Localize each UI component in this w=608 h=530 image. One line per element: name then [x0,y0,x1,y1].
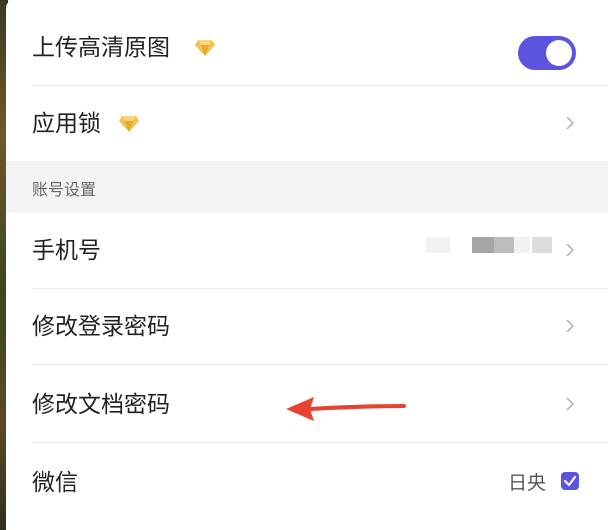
setting-row-app-lock[interactable]: 应用锁 [6,86,608,162]
redacted-phone-block [494,237,514,253]
check-icon [563,475,577,487]
wechat-label: 微信 [32,470,78,496]
chevron-right-icon [566,244,575,256]
toggle-knob [546,40,572,66]
wechat-checkbox[interactable] [561,472,579,490]
redacted-phone-block [426,237,450,253]
diamond-icon [195,40,215,56]
settings-screen: 上传高清原图 应用锁 账号设置 手机号 修改登录密码 修改文档密码 微信 日央 [0,0,608,530]
change-login-password-label: 修改登录密码 [32,314,170,340]
chevron-right-icon [566,320,575,332]
redacted-phone-block [514,237,530,253]
divider [32,364,608,365]
change-doc-password-label: 修改文档密码 [32,392,170,418]
redacted-phone-block [532,237,552,253]
settings-panel: 上传高清原图 应用锁 账号设置 手机号 修改登录密码 修改文档密码 微信 日央 [6,0,608,530]
divider [32,442,608,443]
section-title: 账号设置 [32,180,97,199]
upload-hd-toggle[interactable] [518,36,576,70]
annotation-arrow-icon [286,397,406,421]
chevron-right-icon [566,117,575,129]
section-header-account: 账号设置 [6,161,608,213]
phone-label: 手机号 [32,238,101,264]
setting-row-upload-hd[interactable]: 上传高清原图 [6,10,608,86]
chevron-right-icon [566,398,575,410]
setting-row-change-login-password[interactable]: 修改登录密码 [6,289,608,365]
app-lock-label: 应用锁 [32,111,101,137]
setting-row-wechat[interactable]: 微信 日央 [6,445,608,521]
wechat-account-name: 日央 [507,472,546,494]
diamond-icon [119,116,139,132]
upload-hd-label: 上传高清原图 [32,35,170,61]
redacted-phone-block [472,237,494,253]
